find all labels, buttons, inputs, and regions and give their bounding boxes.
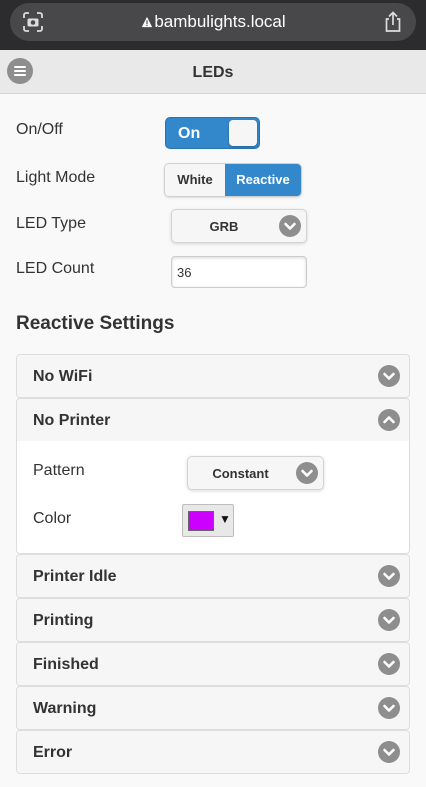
collapsible-title: No WiFi: [33, 368, 93, 385]
warning-triangle-icon: [142, 16, 153, 28]
toggle-knob[interactable]: [229, 120, 257, 146]
collapsible-printer-idle[interactable]: Printer Idle: [16, 554, 410, 598]
collapsible-title: Printer Idle: [33, 568, 117, 585]
browser-bar: bambulights.local: [0, 0, 426, 50]
chevron-down-icon: [378, 609, 400, 631]
url-text: bambulights.local: [154, 12, 286, 31]
collapsible-printing[interactable]: Printing: [16, 598, 410, 642]
chevron-up-icon: [378, 409, 400, 431]
light-mode-reactive-button[interactable]: Reactive: [225, 164, 301, 196]
chevron-down-icon: [378, 697, 400, 719]
led-type-select[interactable]: GRB: [171, 209, 307, 243]
collapsible-warning[interactable]: Warning: [16, 686, 410, 730]
dropdown-arrow-icon: ▼: [219, 512, 231, 526]
app-header: LEDs: [0, 50, 426, 94]
chevron-down-icon: [296, 462, 318, 484]
url-display: bambulights.local: [10, 12, 416, 32]
onoff-toggle[interactable]: On: [165, 117, 260, 149]
led-count-input[interactable]: [171, 256, 307, 288]
led-count-label: LED Count: [16, 260, 95, 277]
reactive-settings-heading: Reactive Settings: [16, 313, 175, 334]
collapsible-title: Error: [33, 744, 73, 761]
chevron-down-icon: [378, 565, 400, 587]
collapsible-no-wifi[interactable]: No WiFi: [16, 354, 410, 398]
pattern-select[interactable]: Constant: [187, 456, 324, 490]
collapsible-title: Finished: [33, 656, 99, 673]
led-type-value: GRB: [209, 219, 239, 234]
light-mode-segmented-control: White Reactive: [164, 163, 302, 197]
chevron-down-icon: [378, 653, 400, 675]
collapsible-title: Warning: [33, 700, 97, 717]
light-mode-label: Light Mode: [16, 169, 96, 186]
address-bar[interactable]: bambulights.local: [10, 3, 416, 41]
pattern-value: Constant: [212, 466, 269, 481]
light-mode-white-button[interactable]: White: [165, 164, 225, 196]
pattern-label: Pattern: [33, 462, 85, 479]
chevron-down-icon: [378, 365, 400, 387]
share-icon[interactable]: [383, 11, 403, 33]
page-title: LEDs: [192, 64, 234, 81]
chevron-down-icon: [378, 741, 400, 763]
onoff-label: On/Off: [16, 121, 63, 138]
collapsible-error[interactable]: Error: [16, 730, 410, 774]
collapsible-finished[interactable]: Finished: [16, 642, 410, 686]
toggle-state-text: On: [178, 125, 201, 142]
collapsible-no-printer[interactable]: No Printer: [16, 398, 410, 442]
color-picker-button[interactable]: ▼: [182, 504, 234, 537]
collapsible-title: No Printer: [33, 412, 111, 429]
color-label: Color: [33, 510, 72, 527]
led-type-label: LED Type: [16, 215, 86, 232]
color-swatch: [188, 511, 214, 531]
chevron-down-icon: [279, 215, 301, 237]
collapsible-title: Printing: [33, 612, 94, 629]
